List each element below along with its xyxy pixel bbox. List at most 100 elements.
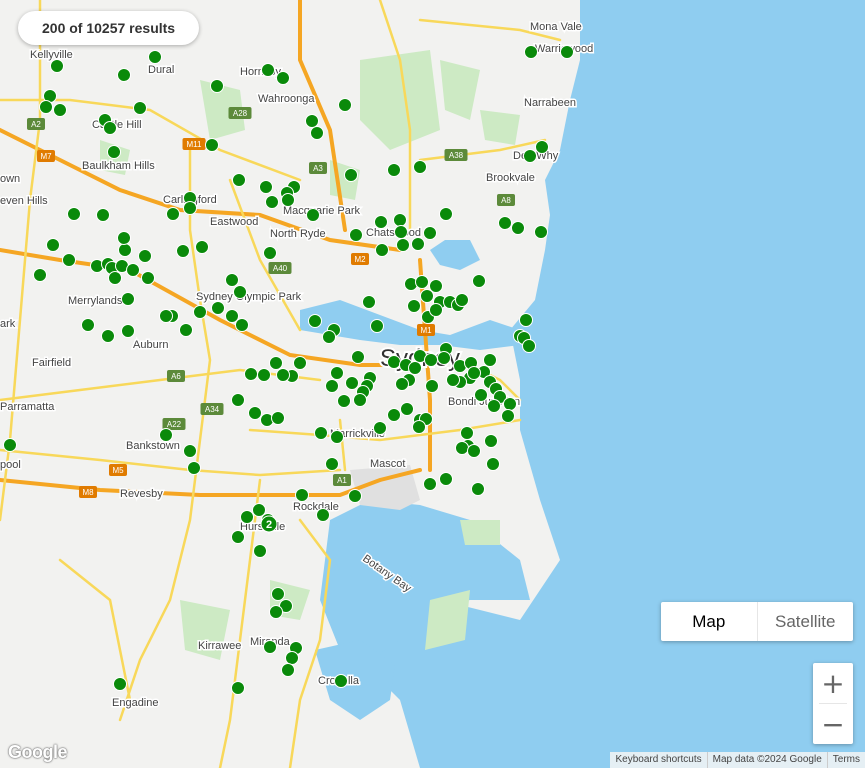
result-marker[interactable]	[113, 677, 127, 691]
result-marker[interactable]	[446, 373, 460, 387]
result-marker[interactable]	[253, 544, 267, 558]
result-marker[interactable]	[259, 180, 273, 194]
result-marker[interactable]	[501, 409, 515, 423]
result-marker[interactable]	[393, 213, 407, 227]
result-marker[interactable]	[467, 366, 481, 380]
result-marker[interactable]	[225, 309, 239, 323]
result-marker[interactable]	[455, 293, 469, 307]
result-marker[interactable]	[412, 420, 426, 434]
result-marker[interactable]	[439, 472, 453, 486]
result-marker[interactable]	[183, 444, 197, 458]
result-marker[interactable]	[503, 397, 517, 411]
result-marker[interactable]	[308, 314, 322, 328]
result-marker[interactable]	[486, 457, 500, 471]
result-marker[interactable]	[118, 243, 132, 257]
result-marker[interactable]	[148, 50, 162, 64]
zoom-out-button[interactable]: −	[813, 704, 853, 744]
result-marker[interactable]	[429, 303, 443, 317]
result-marker[interactable]	[373, 421, 387, 435]
result-marker[interactable]	[159, 428, 173, 442]
result-marker[interactable]	[261, 63, 275, 77]
result-marker[interactable]	[205, 138, 219, 152]
result-marker[interactable]	[39, 100, 53, 114]
result-marker[interactable]	[233, 285, 247, 299]
zoom-in-button[interactable]: +	[813, 663, 853, 703]
result-marker[interactable]	[281, 663, 295, 677]
result-marker[interactable]	[281, 193, 295, 207]
result-marker[interactable]	[231, 530, 245, 544]
result-marker[interactable]	[455, 441, 469, 455]
google-logo[interactable]: Google	[8, 742, 68, 763]
result-marker[interactable]	[306, 208, 320, 222]
result-marker[interactable]	[269, 605, 283, 619]
result-marker[interactable]	[351, 350, 365, 364]
result-marker[interactable]	[310, 126, 324, 140]
result-marker[interactable]	[67, 207, 81, 221]
result-marker[interactable]	[334, 674, 348, 688]
result-marker[interactable]	[62, 253, 76, 267]
result-marker[interactable]	[425, 379, 439, 393]
result-marker[interactable]	[423, 477, 437, 491]
result-marker[interactable]	[349, 228, 363, 242]
result-marker[interactable]	[370, 319, 384, 333]
result-marker[interactable]	[108, 271, 122, 285]
map-type-map-button[interactable]: Map	[661, 602, 758, 641]
result-marker[interactable]	[133, 101, 147, 115]
result-marker[interactable]	[374, 215, 388, 229]
result-marker[interactable]	[231, 393, 245, 407]
result-marker[interactable]	[471, 482, 485, 496]
result-marker[interactable]	[305, 114, 319, 128]
result-marker[interactable]	[337, 394, 351, 408]
result-marker[interactable]	[211, 301, 225, 315]
result-marker[interactable]	[103, 121, 117, 135]
result-marker[interactable]	[353, 393, 367, 407]
result-marker[interactable]	[271, 411, 285, 425]
result-marker[interactable]	[411, 237, 425, 251]
result-marker[interactable]	[483, 353, 497, 367]
result-marker[interactable]	[240, 510, 254, 524]
result-marker[interactable]	[375, 243, 389, 257]
result-marker[interactable]	[263, 640, 277, 654]
result-marker[interactable]	[33, 268, 47, 282]
result-marker[interactable]	[187, 461, 201, 475]
result-marker[interactable]	[408, 361, 422, 375]
result-marker[interactable]	[295, 488, 309, 502]
result-marker[interactable]	[395, 377, 409, 391]
result-marker[interactable]	[53, 103, 67, 117]
result-marker[interactable]	[107, 145, 121, 159]
result-marker[interactable]	[121, 324, 135, 338]
result-marker[interactable]	[225, 273, 239, 287]
result-marker[interactable]	[396, 238, 410, 252]
result-marker[interactable]	[176, 244, 190, 258]
result-marker[interactable]	[467, 444, 481, 458]
result-marker[interactable]	[195, 240, 209, 254]
result-marker[interactable]	[523, 149, 537, 163]
result-marker[interactable]	[474, 388, 488, 402]
result-marker[interactable]	[232, 173, 246, 187]
result-marker[interactable]	[429, 279, 443, 293]
result-marker[interactable]	[141, 271, 155, 285]
result-marker[interactable]	[46, 238, 60, 252]
result-marker[interactable]	[179, 323, 193, 337]
result-marker[interactable]	[394, 225, 408, 239]
result-marker[interactable]	[519, 313, 533, 327]
result-marker[interactable]	[424, 353, 438, 367]
result-marker[interactable]	[231, 681, 245, 695]
result-marker[interactable]	[50, 59, 64, 73]
keyboard-shortcuts-link[interactable]: Keyboard shortcuts	[610, 752, 706, 768]
result-marker[interactable]	[322, 330, 336, 344]
result-marker[interactable]	[257, 368, 271, 382]
result-marker[interactable]	[248, 406, 262, 420]
result-marker[interactable]	[345, 376, 359, 390]
result-marker[interactable]	[276, 71, 290, 85]
result-marker[interactable]	[244, 367, 258, 381]
result-marker[interactable]	[166, 207, 180, 221]
result-marker[interactable]	[423, 226, 437, 240]
result-marker[interactable]	[96, 208, 110, 222]
result-marker[interactable]	[420, 289, 434, 303]
cluster-marker[interactable]: 2	[260, 515, 278, 533]
result-marker[interactable]	[235, 318, 249, 332]
result-marker[interactable]	[330, 366, 344, 380]
result-marker[interactable]	[338, 98, 352, 112]
result-marker[interactable]	[387, 163, 401, 177]
